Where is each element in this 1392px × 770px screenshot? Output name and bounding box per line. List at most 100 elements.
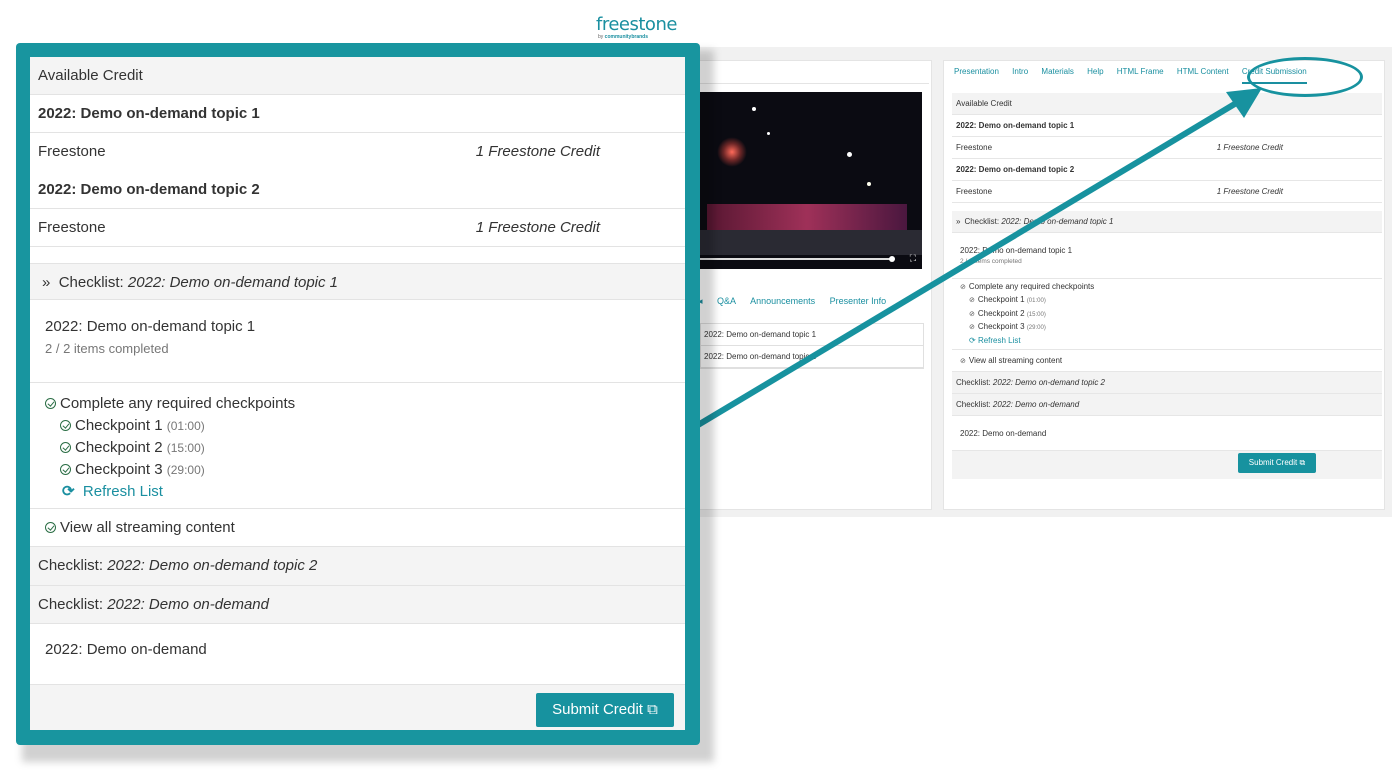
highlight-circle (1247, 57, 1363, 97)
tab-materials[interactable]: Materials (1041, 67, 1073, 76)
mini-checklist-progress: 2 / 2 items completed (960, 258, 1022, 265)
tab-html-frame[interactable]: HTML Frame (1117, 67, 1164, 76)
tab-qa[interactable]: Q&A (717, 296, 736, 306)
tab-announcements[interactable]: Announcements (750, 296, 815, 306)
video-tabs: ◂ Q&A Announcements Presenter Info (698, 296, 898, 307)
tab-presenter-info[interactable]: Presenter Info (830, 296, 887, 306)
video-panel-header (691, 61, 929, 84)
chevron-right-icon: » (956, 217, 961, 226)
mini-available-credit-label: Available Credit (956, 99, 1012, 108)
mini-checklist-header[interactable]: Checklist: 2022: Demo on-demand topic 2 (952, 372, 1382, 394)
refresh-icon: ⟳ (969, 335, 976, 345)
mini-credit-row: Freestone 1 Freestone Credit (952, 181, 1382, 203)
check-circle-icon (45, 398, 56, 409)
mini-topic-title: 2022: Demo on-demand topic 2 (952, 159, 1382, 181)
check-circle-icon: ⊘ (960, 357, 966, 365)
mini-refresh-list[interactable]: ⟳ Refresh List (960, 335, 1021, 348)
logo-brand: communitybrands (604, 34, 649, 40)
mini-footer (952, 451, 1382, 479)
mini-topic-title-text: 2022: Demo on-demand topic 2 (956, 165, 1075, 174)
tab-html-content[interactable]: HTML Content (1177, 67, 1229, 76)
check-circle-icon (60, 464, 71, 475)
mini-checklist-item: 2022: Demo on-demand (952, 416, 1382, 451)
checklist-item: 2022: Demo on-demand topic 1 2 / 2 items… (30, 300, 685, 383)
mini-checkpoint-time: (15:00) (1026, 311, 1046, 318)
credit-topic-title: 2022: Demo on-demand topic 1 (30, 95, 685, 133)
mini-credit-amount: 1 Freestone Credit (1216, 143, 1283, 152)
check-circle-icon (45, 522, 56, 533)
mini-credit-amount: 1 Freestone Credit (1216, 187, 1283, 196)
checklist-header-demo[interactable]: Checklist: 2022: Demo on-demand (30, 586, 685, 624)
checklist-item-title: 2022: Demo on-demand topic 1 (45, 318, 256, 335)
mini-submit-label: Submit Credit (1248, 458, 1298, 467)
list-item[interactable]: 2022: Demo on-demand topic 2 (701, 346, 923, 368)
tab-presentation[interactable]: Presentation (954, 67, 999, 76)
mini-requirement-text: Complete any required checkpoints (968, 281, 1095, 291)
checkpoint-time: (29:00) (166, 463, 205, 477)
checkpoint-label: Checkpoint 1 (75, 417, 163, 434)
checkpoint-row: Checkpoint 1 (01:00) (45, 415, 685, 437)
checklist-prefix: Checklist: (38, 557, 104, 574)
mini-provider: Freestone (956, 143, 993, 152)
check-circle-icon (60, 420, 71, 431)
refresh-list-link[interactable]: ⟳ Refresh List (45, 481, 685, 503)
checklist-name: 2022: Demo on-demand topic 2 (107, 557, 318, 574)
mini-checkpoints: ⊘ Complete any required checkpoints ⊘ Chec… (952, 279, 1382, 350)
credit-provider: Freestone (38, 143, 106, 160)
fullscreen-icon[interactable]: ⛶ (910, 253, 916, 264)
credit-amount: 1 Freestone Credit (475, 143, 600, 160)
credit-topic-title: 2022: Demo on-demand topic 2 (30, 171, 685, 209)
mini-credit-row: Freestone 1 Freestone Credit (952, 137, 1382, 159)
tab-help[interactable]: Help (1087, 67, 1103, 76)
available-credit-header: Available Credit (30, 57, 685, 95)
checklist-prefix: Checklist: (58, 274, 124, 291)
checkpoint-row: Checkpoint 2 (15:00) (45, 437, 685, 459)
check-circle-icon: ⊘ (969, 310, 975, 318)
mini-streaming-text: View all streaming content (968, 356, 1063, 365)
firework-spark (847, 152, 852, 157)
mini-checklist-item-title: 2022: Demo on-demand topic 1 (960, 246, 1073, 255)
mini-checkpoint-label: Checkpoint 3 (977, 322, 1025, 332)
video-player[interactable]: ⛶ (697, 92, 922, 269)
streaming-text: View all streaming content (60, 519, 235, 536)
checklist-header-topic-2[interactable]: Checklist: 2022: Demo on-demand topic 2 (30, 547, 685, 586)
video-progress-bar[interactable] (697, 258, 893, 260)
mini-checkpoint-label: Checkpoint 1 (977, 295, 1025, 305)
mini-streaming: ⊘ View all streaming content (952, 350, 1382, 372)
external-link-icon: ⧉ (647, 701, 658, 718)
tab-intro[interactable]: Intro (1012, 67, 1028, 76)
mini-checkpoint-label: Checkpoint 2 (977, 308, 1025, 318)
checkpoint-time: (01:00) (166, 419, 205, 433)
mini-requirement: ⊘ Complete any required checkpoints (960, 281, 1094, 295)
submit-credit-label: Submit Credit (552, 701, 643, 718)
checkpoint-row: Checkpoint 3 (29:00) (45, 459, 685, 481)
credit-row: Freestone 1 Freestone Credit (30, 133, 685, 171)
mini-checkpoint-time: (29:00) (1026, 325, 1046, 332)
checklist-item-title: 2022: Demo on-demand (45, 641, 207, 658)
mini-checklist-item: 2022: Demo on-demand topic 1 2 / 2 items… (952, 233, 1382, 279)
streaming-row: View all streaming content (30, 509, 685, 547)
logo-by: by (598, 34, 604, 40)
logo-wordmark: freestone (596, 14, 677, 35)
mini-provider: Freestone (956, 187, 993, 196)
video-progress-knob[interactable] (889, 256, 895, 262)
mini-checkpoint: ⊘ Checkpoint 2 (15:00) (960, 308, 1046, 322)
firework-burst (717, 137, 747, 167)
refresh-list-label: Refresh List (82, 483, 163, 500)
checklist-prefix: Checklist: (38, 596, 104, 613)
checkpoint-label: Checkpoint 2 (75, 439, 163, 456)
mini-topic-title: 2022: Demo on-demand topic 1 (952, 115, 1382, 137)
mini-checkpoint: ⊘ Checkpoint 3 (29:00) (960, 321, 1046, 335)
credit-provider: Freestone (38, 219, 106, 236)
checklist-name: 2022: Demo on-demand (107, 596, 269, 613)
mini-submit-credit-button[interactable]: Submit Credit ⧉ (1238, 453, 1316, 473)
mini-checklist-prefix: Checklist: (956, 400, 991, 409)
list-item[interactable]: 2022: Demo on-demand topic 1 (701, 324, 923, 346)
checklist-header-topic-1[interactable]: » Checklist: 2022: Demo on-demand topic … (30, 263, 685, 300)
submit-credit-button[interactable]: Submit Credit ⧉ (536, 693, 674, 727)
chevron-double-right-icon: » (42, 274, 51, 291)
checklist-item: 2022: Demo on-demand (30, 624, 685, 685)
mini-checklist-header[interactable]: Checklist: 2022: Demo on-demand (952, 394, 1382, 416)
mini-checklist-header[interactable]: » Checklist: 2022: Demo on-demand topic 1 (952, 211, 1382, 233)
external-link-icon: ⧉ (1299, 458, 1306, 467)
